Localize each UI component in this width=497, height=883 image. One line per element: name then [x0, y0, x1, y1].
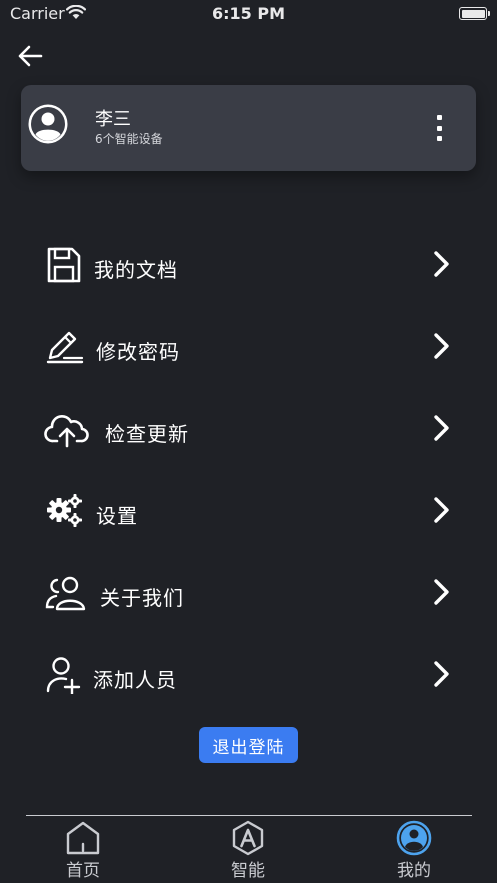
menu-item-change-password[interactable]: 修改密码: [40, 316, 460, 376]
tab-label: 我的: [397, 861, 431, 881]
menu-label: 修改密码: [96, 340, 180, 364]
profile-card[interactable]: 李三 6个智能设备: [21, 85, 476, 171]
logout-button[interactable]: 退出登陆: [199, 727, 298, 763]
save-document-icon: [47, 247, 81, 283]
status-bar: Carrier 6:15 PM: [0, 0, 497, 28]
edit-pen-icon: [46, 331, 84, 364]
smart-a-icon: [232, 820, 264, 856]
menu-label: 添加人员: [93, 668, 177, 692]
menu-label: 关于我们: [100, 586, 184, 610]
status-time: 6:15 PM: [211, 4, 285, 23]
tab-mine[interactable]: 我的: [364, 820, 464, 881]
gears-icon: [47, 494, 82, 527]
tab-label: 首页: [66, 861, 100, 881]
profile-icon: [396, 820, 432, 856]
back-button[interactable]: [14, 40, 46, 72]
menu-item-about-us[interactable]: 关于我们: [40, 562, 460, 622]
tab-smart[interactable]: 智能: [198, 820, 298, 881]
profile-screen: Carrier 6:15 PM 李三 6个智能设备 我的文档 修改密码 检查更新…: [0, 0, 497, 883]
chevron-right-icon: [434, 251, 449, 277]
menu-item-add-person[interactable]: 添加人员: [40, 644, 460, 704]
more-dot: [436, 115, 442, 120]
more-dot: [436, 136, 442, 141]
menu-label: 我的文档: [94, 258, 178, 282]
menu-label: 检查更新: [105, 422, 189, 446]
more-dot: [436, 125, 442, 131]
chevron-right-icon: [434, 661, 449, 687]
menu-item-check-update[interactable]: 检查更新: [40, 398, 460, 458]
home-icon: [66, 821, 100, 855]
menu-label: 设置: [96, 504, 138, 528]
users-icon: [45, 576, 86, 611]
cloud-upload-icon: [44, 415, 89, 448]
chevron-right-icon: [434, 333, 449, 359]
chevron-right-icon: [434, 497, 449, 523]
add-user-icon: [46, 657, 81, 694]
avatar-icon: [28, 104, 68, 144]
tab-label: 智能: [231, 861, 265, 881]
chevron-right-icon: [434, 579, 449, 605]
menu-item-documents[interactable]: 我的文档: [40, 234, 460, 294]
menu-item-settings[interactable]: 设置: [40, 480, 460, 540]
arrow-left-icon: [18, 45, 43, 67]
user-name: 李三: [95, 109, 131, 130]
device-count: 6个智能设备: [95, 132, 163, 146]
chevron-right-icon: [434, 415, 449, 441]
more-options-button[interactable]: [430, 115, 448, 141]
tab-bar-divider: [26, 815, 472, 816]
tab-home[interactable]: 首页: [33, 820, 133, 881]
battery-icon: [459, 7, 490, 20]
